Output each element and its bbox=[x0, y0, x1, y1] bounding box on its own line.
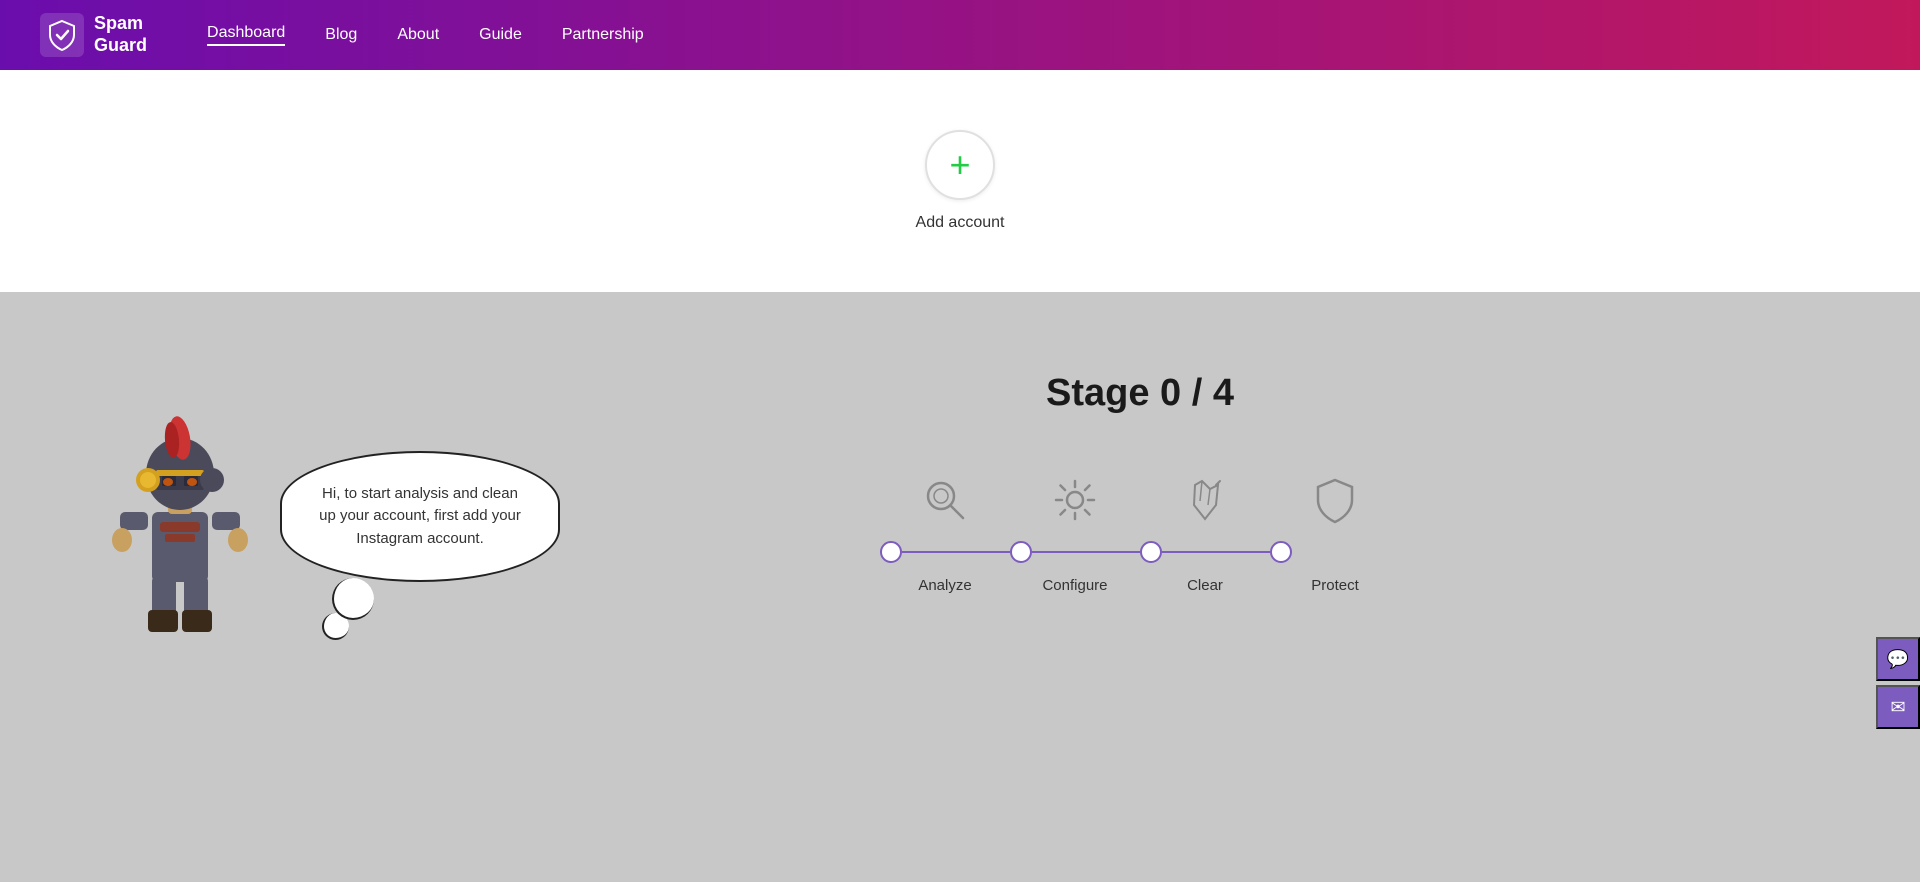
nav-about[interactable]: About bbox=[397, 26, 439, 44]
protect-icon bbox=[1310, 475, 1360, 525]
mail-float-button[interactable]: ✉ bbox=[1876, 685, 1920, 729]
main-nav: Dashboard Blog About Guide Partnership bbox=[207, 24, 644, 46]
header: Spam Guard Dashboard Blog About Guide Pa… bbox=[0, 0, 1920, 70]
add-account-button[interactable]: + Add account bbox=[916, 130, 1005, 232]
stage-title: Stage 0 / 4 bbox=[1046, 372, 1234, 415]
speech-text: Hi, to start analysis and clean up your … bbox=[319, 485, 521, 547]
stage-configure: Configure bbox=[1010, 475, 1140, 594]
add-account-label: Add account bbox=[916, 214, 1005, 232]
knight-character bbox=[100, 392, 260, 642]
character-area: Hi, to start analysis and clean up your … bbox=[100, 392, 560, 642]
stage-analyze: Analyze bbox=[880, 475, 1010, 594]
stage-clear: Clear bbox=[1140, 475, 1270, 594]
add-account-circle: + bbox=[925, 130, 995, 200]
logo-icon bbox=[40, 13, 84, 57]
stage-area: Stage 0 / 4 Analyze bbox=[560, 372, 1820, 594]
bottom-section: Hi, to start analysis and clean up your … bbox=[0, 292, 1920, 882]
clear-icon bbox=[1180, 475, 1230, 525]
nav-partnership[interactable]: Partnership bbox=[562, 26, 644, 44]
configure-dot bbox=[1010, 541, 1032, 563]
protect-label: Protect bbox=[1311, 577, 1359, 594]
clear-line bbox=[1162, 551, 1270, 553]
speech-bubble: Hi, to start analysis and clean up your … bbox=[280, 451, 560, 583]
nav-guide[interactable]: Guide bbox=[479, 26, 522, 44]
chat-icon: 💬 bbox=[1887, 649, 1909, 670]
mail-icon: ✉ bbox=[1890, 697, 1905, 718]
analyze-dot bbox=[880, 541, 902, 563]
knight-svg bbox=[100, 392, 260, 642]
chat-float-button[interactable]: 💬 bbox=[1876, 637, 1920, 681]
clear-dot bbox=[1140, 541, 1162, 563]
analyze-label: Analyze bbox=[918, 577, 971, 594]
configure-label: Configure bbox=[1042, 577, 1107, 594]
configure-icon bbox=[1050, 475, 1100, 525]
clear-label: Clear bbox=[1187, 577, 1223, 594]
stage-protect: Protect bbox=[1270, 475, 1400, 594]
configure-line bbox=[1032, 551, 1140, 553]
stages-row: Analyze Configure bbox=[880, 475, 1400, 594]
nav-dashboard[interactable]: Dashboard bbox=[207, 24, 285, 46]
top-section: + Add account bbox=[0, 70, 1920, 292]
plus-icon: + bbox=[949, 147, 970, 183]
nav-blog[interactable]: Blog bbox=[325, 26, 357, 44]
protect-dot bbox=[1270, 541, 1292, 563]
logo: Spam Guard bbox=[40, 13, 147, 57]
logo-text: Spam Guard bbox=[94, 13, 147, 56]
analyze-line bbox=[902, 551, 1010, 553]
float-buttons: 💬 ✉ bbox=[1876, 637, 1920, 729]
analyze-icon bbox=[920, 475, 970, 525]
